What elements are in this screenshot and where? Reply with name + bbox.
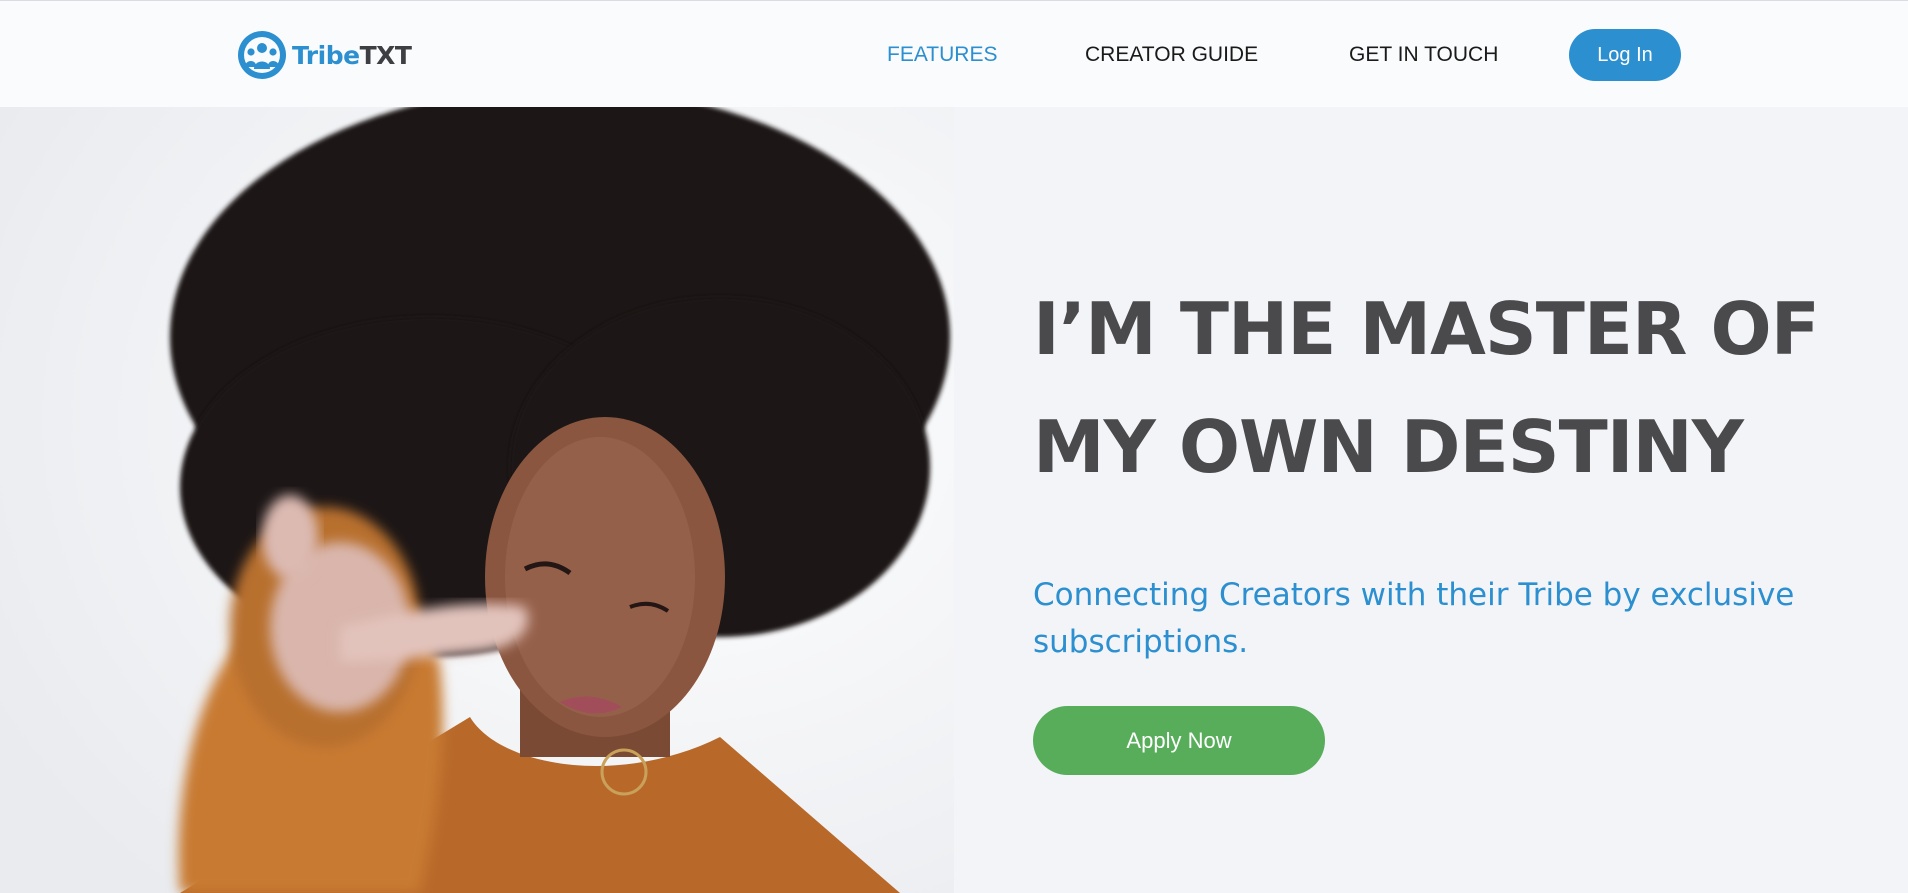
brand-logo[interactable]: TribeTXT	[236, 29, 412, 81]
headline-line-2: MY OWN DESTINY	[1033, 405, 1744, 489]
brand-name-part1: Tribe	[292, 40, 360, 70]
people-group-icon	[238, 31, 286, 79]
apply-now-button[interactable]: Apply Now	[1033, 706, 1325, 775]
headline-line-1: I’M THE MASTER OF	[1033, 287, 1820, 371]
nav-link-creator-guide[interactable]: CREATOR GUIDE	[1085, 29, 1258, 81]
site-header: TribeTXT FEATURES CREATOR GUIDE GET IN T…	[0, 0, 1908, 107]
hero-headline: I’M THE MASTER OF MY OWN DESTINY	[1033, 270, 1873, 506]
hero-subheadline: Connecting Creators with their Tribe by …	[1033, 577, 1795, 660]
login-button[interactable]: Log In	[1569, 29, 1681, 81]
brand-wordmark: TribeTXT	[292, 40, 412, 70]
woman-pointing-photo	[0, 107, 954, 893]
hero-image	[0, 107, 954, 893]
brand-name-part2: TXT	[359, 40, 412, 70]
nav-link-get-in-touch[interactable]: GET IN TOUCH	[1349, 29, 1498, 81]
nav-link-features[interactable]: FEATURES	[887, 29, 997, 81]
